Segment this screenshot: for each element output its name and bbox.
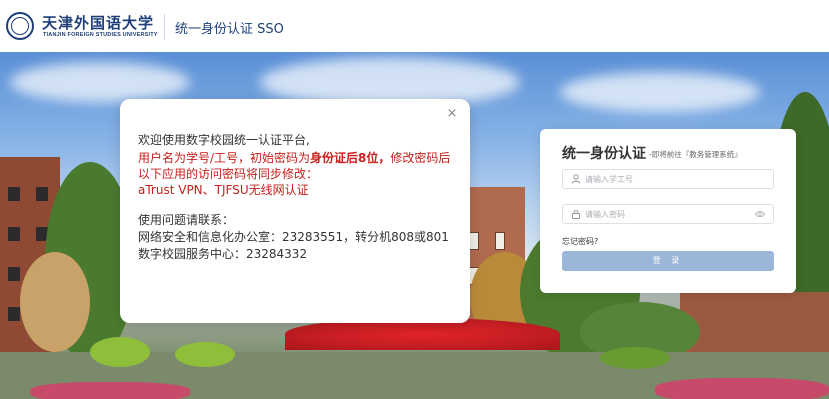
login-title: 统一身份认证 [562,146,646,162]
notice-username-text: 用户名为学号/工号，初始密码为 [138,151,311,165]
close-icon[interactable]: × [446,107,458,120]
top-header: 天津外国语大学 TIANJIN FOREIGN STUDIES UNIVERSI… [0,0,829,52]
notice-line-service-center: 数字校园服务中心：23284332 [138,247,308,261]
notice-line-welcome: 欢迎使用数字校园统一认证平台, [138,133,310,147]
password-input[interactable] [585,206,755,222]
header-divider [164,14,165,40]
notice-line-office: 网络安全和信息化办公室：23283551，转分机808或801 [138,230,449,244]
notice-password-rule: 身份证后8位， [310,151,391,165]
university-seal-icon [6,12,34,40]
login-button[interactable]: 登 录 [562,251,774,271]
page-title: 统一身份认证 SSO [175,22,284,37]
notice-line-contact: 使用问题请联系： [138,213,235,227]
forgot-password-link[interactable]: 忘记密码? [562,236,598,247]
notice-line-apps: aTrust VPN、TJFSU无线网认证 [138,183,309,197]
login-subtitle: -即将前往『教务管理系统』 [649,150,742,159]
notice-line-credentials: 用户名为学号/工号，初始密码为身份证后8位，修改密码后 [138,150,450,166]
notice-line-sync: 以下应用的访问密码将同步修改： [138,167,319,181]
notice-change-text: 修改密码后 [390,151,451,165]
password-field[interactable] [562,204,774,224]
logo-english-name: TIANJIN FOREIGN STUDIES UNIVERSITY [43,32,158,38]
username-field[interactable] [562,169,774,189]
logo-chinese-name: 天津外国语大学 [42,14,155,32]
lock-icon [572,210,580,219]
username-input[interactable] [585,171,755,187]
eye-icon[interactable] [755,210,765,218]
user-icon [571,174,581,184]
